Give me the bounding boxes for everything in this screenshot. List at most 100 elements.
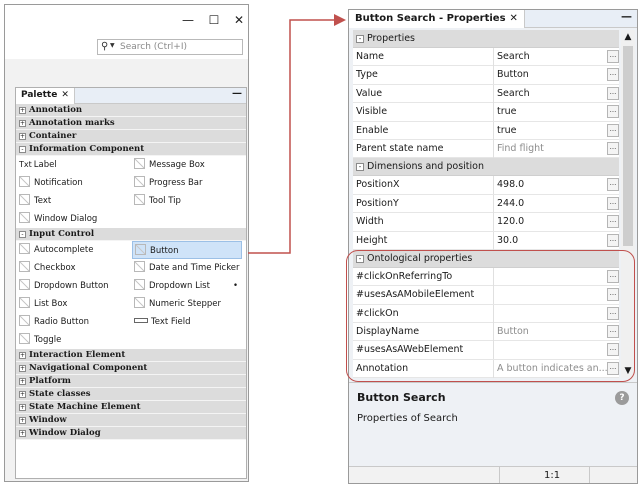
expand-icon[interactable]: + bbox=[19, 417, 26, 424]
collapse-icon[interactable]: - bbox=[356, 163, 364, 172]
ellipsis-button[interactable]: ... bbox=[607, 233, 619, 247]
section-dimensions-and-position[interactable]: - Dimensions and position bbox=[353, 158, 619, 177]
help-icon[interactable]: ? bbox=[615, 391, 629, 405]
palette-item-progress-bar[interactable]: Progress Bar bbox=[134, 174, 244, 192]
property-row: Enable true... bbox=[353, 121, 619, 140]
ellipsis-button[interactable]: ... bbox=[607, 68, 619, 82]
category-window[interactable]: + Window bbox=[16, 414, 246, 427]
category-information-component[interactable]: - Information Component bbox=[16, 143, 246, 156]
collapse-icon[interactable]: - bbox=[19, 146, 26, 153]
empty-area bbox=[5, 59, 248, 87]
property-value[interactable]: 30.0 bbox=[493, 231, 607, 250]
category-state-classes[interactable]: + State classes bbox=[16, 388, 246, 401]
property-value[interactable]: true bbox=[493, 103, 607, 122]
category-navigational-component[interactable]: + Navigational Component bbox=[16, 362, 246, 375]
palette-item-radio-button[interactable]: Radio Button bbox=[19, 313, 129, 331]
tab-palette[interactable]: Palette ✕ bbox=[16, 88, 75, 104]
property-value[interactable]: Find flight bbox=[493, 139, 607, 158]
ellipsis-button[interactable]: ... bbox=[607, 50, 619, 63]
chevron-down-icon: ▼ bbox=[110, 42, 115, 49]
palette-window: — ☐ ✕ ⚲ ▼ Search (Ctrl+I) Palette ✕ — + An… bbox=[4, 4, 249, 482]
ellipsis-button[interactable]: ... bbox=[607, 86, 619, 100]
palette-item-label[interactable]: Txt Label bbox=[19, 156, 129, 174]
palette-tabbar: Palette ✕ — bbox=[16, 88, 246, 104]
ellipsis-button[interactable]: ... bbox=[607, 105, 619, 119]
property-value[interactable]: true bbox=[493, 121, 607, 140]
section-properties[interactable]: - Properties bbox=[353, 30, 619, 48]
search-placeholder: Search (Ctrl+I) bbox=[120, 42, 188, 52]
search-input[interactable]: ⚲ ▼ Search (Ctrl+I) bbox=[97, 39, 243, 55]
palette-item-list-box[interactable]: List Box bbox=[19, 295, 129, 313]
tab-label: Palette bbox=[21, 90, 58, 100]
palette-item-checkbox[interactable]: Checkbox bbox=[19, 259, 129, 277]
property-name: Visible bbox=[356, 106, 388, 118]
property-name: PositionX bbox=[356, 179, 400, 191]
expand-icon[interactable]: + bbox=[19, 391, 26, 398]
palette-item-tool-tip[interactable]: Tool Tip bbox=[134, 192, 244, 210]
status-divider bbox=[499, 467, 500, 483]
property-value[interactable]: 498.0 bbox=[493, 176, 607, 195]
expand-icon[interactable]: + bbox=[19, 404, 26, 411]
collapse-icon[interactable]: - bbox=[19, 231, 26, 238]
palette-item-label: Text Field bbox=[151, 317, 191, 327]
category-state-machine-element[interactable]: + State Machine Element bbox=[16, 401, 246, 414]
category-annotation-marks[interactable]: + Annotation marks bbox=[16, 117, 246, 130]
property-value[interactable]: Search bbox=[493, 48, 607, 66]
ellipsis-button[interactable]: ... bbox=[607, 178, 619, 192]
minimize-window-icon[interactable]: — bbox=[181, 13, 195, 27]
ellipsis-button[interactable]: ... bbox=[607, 141, 619, 155]
ellipsis-button[interactable]: ... bbox=[607, 196, 619, 210]
minimize-panel-icon[interactable]: — bbox=[621, 10, 632, 23]
palette-item-button[interactable]: Button bbox=[132, 241, 242, 259]
palette-item-date-and-time-picker[interactable]: Date and Time Picker bbox=[134, 259, 244, 277]
tab-properties[interactable]: Button Search - Properties ✕ bbox=[349, 10, 525, 28]
expand-icon[interactable]: + bbox=[19, 133, 26, 140]
palette-item-autocomplete[interactable]: Autocomplete bbox=[19, 241, 129, 259]
scroll-up-icon[interactable]: ▲ bbox=[621, 30, 635, 44]
category-window-dialog[interactable]: + Window Dialog bbox=[16, 427, 246, 440]
palette-row: Txt Label Message Box bbox=[16, 156, 246, 174]
maximize-window-icon[interactable]: ☐ bbox=[207, 13, 221, 27]
category-platform[interactable]: + Platform bbox=[16, 375, 246, 388]
palette-item-message-box[interactable]: Message Box bbox=[134, 156, 244, 174]
collapse-icon[interactable]: - bbox=[356, 35, 364, 43]
expand-icon[interactable]: + bbox=[19, 378, 26, 385]
palette-item-dropdown-button[interactable]: Dropdown Button bbox=[19, 277, 129, 295]
expand-icon[interactable]: + bbox=[19, 352, 26, 359]
category-input-control[interactable]: - Input Control bbox=[16, 228, 246, 241]
property-value[interactable]: Button bbox=[493, 66, 607, 85]
ellipsis-button[interactable]: ... bbox=[607, 123, 619, 137]
category-label: Container bbox=[29, 131, 77, 141]
palette-item-window-dialog[interactable]: Window Dialog bbox=[19, 210, 129, 228]
close-tab-icon[interactable]: ✕ bbox=[61, 90, 69, 100]
minimize-panel-icon[interactable]: — bbox=[232, 88, 242, 99]
placeholder-icon bbox=[135, 244, 146, 255]
category-annotation[interactable]: + Annotation bbox=[16, 104, 246, 117]
close-window-icon[interactable]: ✕ bbox=[232, 13, 246, 27]
property-value[interactable]: Search bbox=[493, 84, 607, 103]
palette-item-toggle[interactable]: Toggle bbox=[19, 331, 129, 349]
palette-row: Autocomplete Button bbox=[16, 241, 246, 259]
expand-icon[interactable]: + bbox=[19, 365, 26, 372]
property-value[interactable]: 244.0 bbox=[493, 194, 607, 213]
palette-item-notification[interactable]: Notification bbox=[19, 174, 129, 192]
ellipsis-button[interactable]: ... bbox=[607, 215, 619, 229]
palette-item-text[interactable]: Text bbox=[19, 192, 129, 210]
property-name: Enable bbox=[356, 124, 389, 136]
property-value[interactable]: 120.0 bbox=[493, 213, 607, 232]
category-label: Annotation marks bbox=[29, 118, 115, 128]
palette-item-numeric-stepper[interactable]: Numeric Stepper bbox=[134, 295, 244, 313]
category-container[interactable]: + Container bbox=[16, 130, 246, 143]
placeholder-icon bbox=[19, 315, 30, 326]
placeholder-icon bbox=[134, 261, 145, 272]
scrollbar-thumb[interactable] bbox=[623, 46, 633, 246]
expand-icon[interactable]: + bbox=[19, 430, 26, 437]
expand-icon[interactable]: + bbox=[19, 107, 26, 114]
category-interaction-element[interactable]: + Interaction Element bbox=[16, 349, 246, 362]
palette-item-label: List Box bbox=[34, 299, 68, 309]
close-tab-icon[interactable]: ✕ bbox=[510, 13, 518, 24]
palette-item-dropdown-list[interactable]: Dropdown List • bbox=[134, 277, 244, 295]
property-name: Width bbox=[356, 216, 384, 228]
expand-icon[interactable]: + bbox=[19, 120, 26, 127]
palette-item-text-field[interactable]: Text Field bbox=[134, 313, 244, 331]
